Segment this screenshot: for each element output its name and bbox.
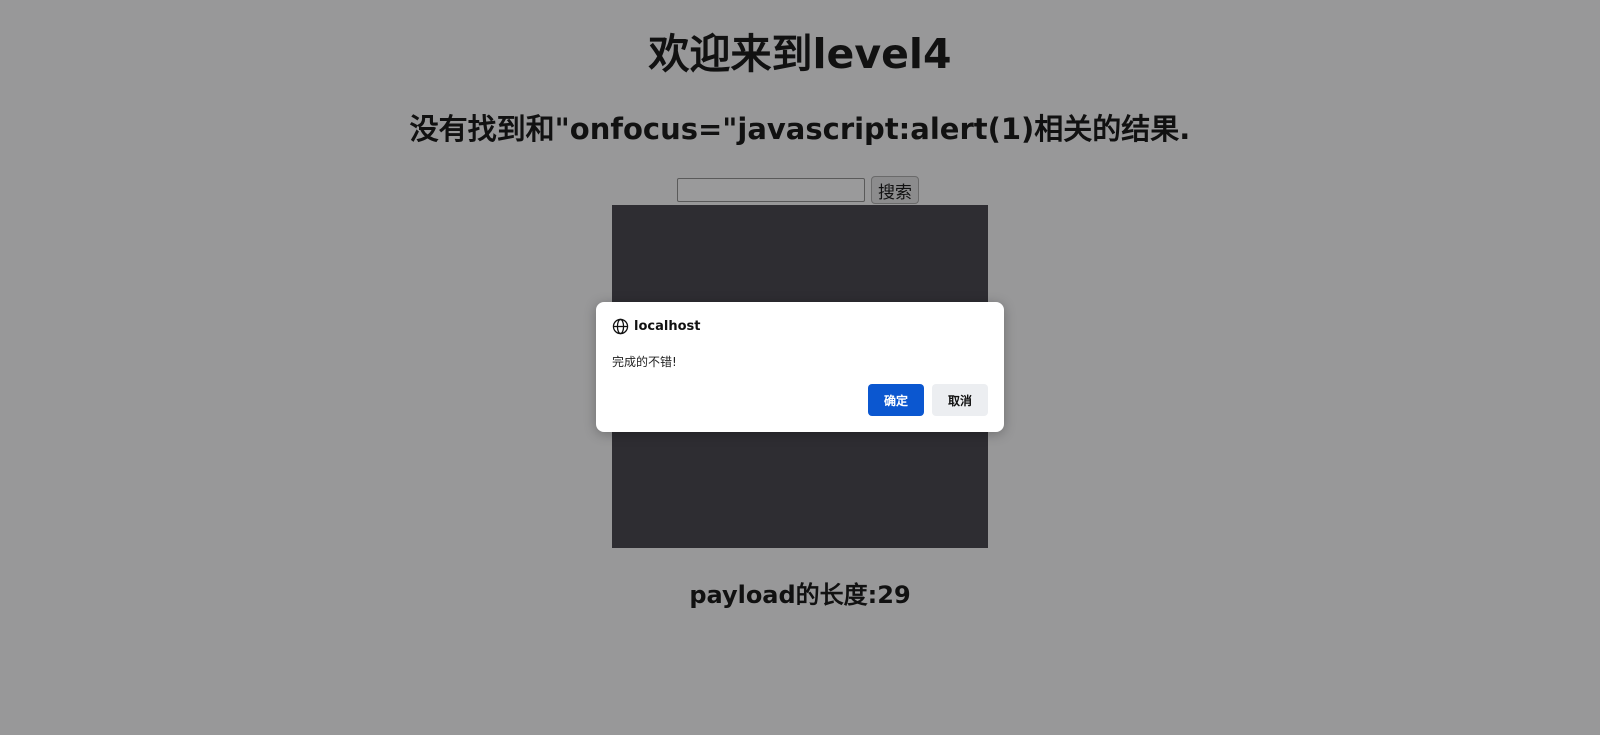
search-button[interactable]: 搜索 [871, 176, 919, 204]
dialog-host: localhost [634, 319, 701, 334]
dialog-header: localhost [612, 318, 700, 335]
payload-length-text: payload的长度:29 [689, 581, 911, 609]
search-form: 搜索 [677, 176, 919, 204]
page-title: 欢迎来到level4 [648, 30, 952, 78]
dialog-message: 完成的不错! [612, 355, 677, 369]
page: 欢迎来到level4 没有找到和"onfocus="javascript:ale… [0, 0, 1600, 735]
dialog-cancel-button[interactable]: 取消 [932, 384, 988, 416]
alert-dialog: localhost 完成的不错! 确定 取消 [596, 302, 1004, 432]
search-input[interactable] [677, 178, 865, 202]
search-result-heading: 没有找到和"onfocus="javascript:alert(1)相关的结果. [409, 112, 1191, 146]
dialog-ok-button[interactable]: 确定 [868, 384, 924, 416]
globe-icon [612, 318, 629, 335]
